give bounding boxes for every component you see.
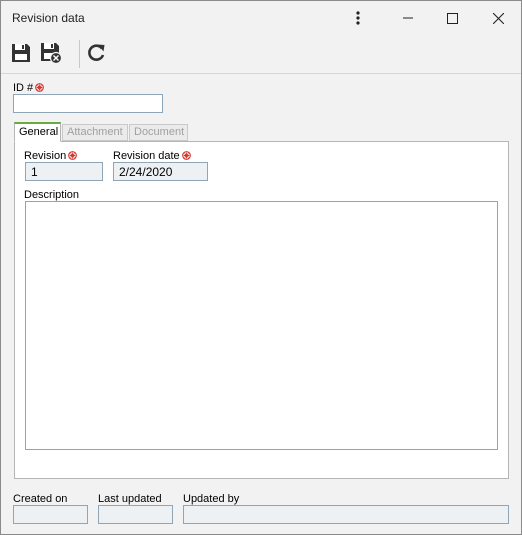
created-on-field xyxy=(13,505,88,524)
description-textarea[interactable] xyxy=(25,201,498,450)
description-label: Description xyxy=(24,189,80,201)
last-updated-field xyxy=(98,505,173,524)
created-on-label: Created on xyxy=(13,493,68,505)
minimize-icon[interactable] xyxy=(393,1,423,35)
save-close-icon[interactable] xyxy=(38,40,64,66)
revision-date-input[interactable] xyxy=(114,163,207,180)
id-field[interactable] xyxy=(13,94,163,113)
revision-input[interactable] xyxy=(26,163,102,180)
save-icon[interactable] xyxy=(8,40,34,66)
toolbar xyxy=(1,35,521,74)
more-options-icon[interactable] xyxy=(345,1,371,35)
revision-field[interactable] xyxy=(25,162,103,181)
close-icon[interactable] xyxy=(483,1,513,35)
created-on-input xyxy=(14,506,87,523)
tab-document[interactable]: Document xyxy=(129,124,188,141)
revision-data-window: Revision data ID # General Attachment Do… xyxy=(0,0,522,535)
updated-by-field xyxy=(183,505,509,524)
window-title: Revision data xyxy=(12,11,85,25)
toolbar-separator xyxy=(79,40,80,68)
id-input[interactable] xyxy=(14,95,162,112)
last-updated-input xyxy=(99,506,172,523)
updated-by-label: Updated by xyxy=(183,493,240,505)
updated-by-input xyxy=(184,506,508,523)
refresh-icon[interactable] xyxy=(83,40,109,66)
maximize-icon[interactable] xyxy=(437,1,467,35)
revision-date-field[interactable] xyxy=(113,162,208,181)
last-updated-label: Last updated xyxy=(98,493,162,505)
tab-general[interactable]: General xyxy=(14,122,61,142)
tab-attachment[interactable]: Attachment xyxy=(62,124,128,141)
title-bar: Revision data xyxy=(1,1,521,35)
